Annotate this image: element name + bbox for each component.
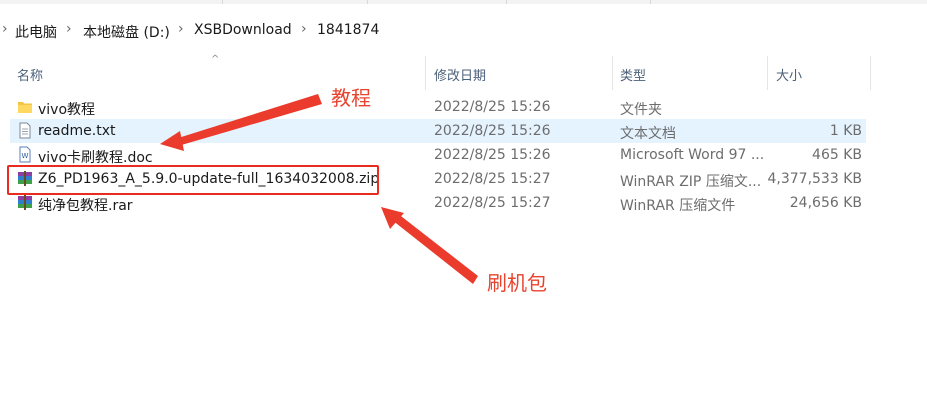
arrow-to-zip <box>381 207 478 284</box>
annotation-arrows <box>160 94 478 284</box>
annotation-flash-package: 刷机包 <box>487 271 547 295</box>
annotation-tutorial: 教程 <box>331 86 371 110</box>
arrow-to-readme <box>160 94 322 151</box>
